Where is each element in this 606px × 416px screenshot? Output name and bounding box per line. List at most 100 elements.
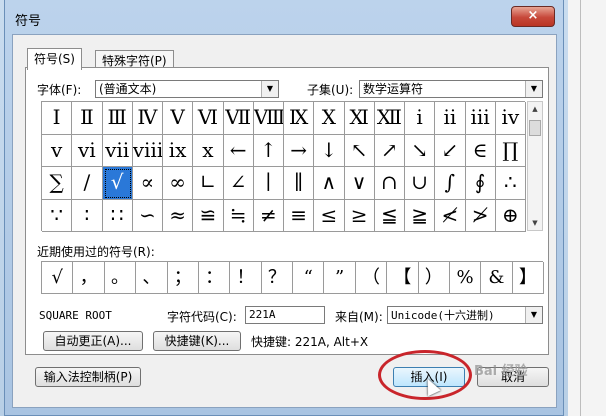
symbol-cell[interactable]: ⅱ bbox=[435, 102, 466, 135]
autocorrect-button[interactable]: 自动更正(A)... bbox=[43, 331, 143, 351]
recent-symbol-cell[interactable]: 、 bbox=[136, 262, 168, 294]
symbol-cell[interactable]: ∝ bbox=[132, 167, 163, 200]
recent-symbol-cell[interactable]: √ bbox=[42, 262, 74, 294]
tab-symbols[interactable]: 符号(S) bbox=[27, 48, 82, 70]
symbol-cell[interactable]: ↓ bbox=[314, 134, 345, 167]
from-select[interactable]: Unicode(十六进制) ▼ bbox=[387, 306, 543, 324]
symbol-cell[interactable]: ≯ bbox=[465, 199, 496, 232]
symbol-cell[interactable]: ∠ bbox=[223, 167, 254, 200]
symbol-cell[interactable]: Ⅵ bbox=[193, 102, 224, 135]
recent-symbol-cell[interactable]: ； bbox=[167, 262, 199, 294]
subset-select[interactable]: 数学运算符 ▼ bbox=[359, 80, 543, 98]
ime-control-button[interactable]: 输入法控制柄(P) bbox=[35, 367, 141, 387]
symbol-cell[interactable]: ≡ bbox=[284, 199, 315, 232]
symbol-cell[interactable]: ∽ bbox=[132, 199, 163, 232]
background-window-edge bbox=[568, 0, 606, 416]
symbol-cell[interactable]: ∷ bbox=[102, 199, 133, 232]
symbol-cell[interactable]: ⅶ bbox=[102, 134, 133, 167]
symbol-cell[interactable]: ≮ bbox=[435, 199, 466, 232]
symbol-cell[interactable]: ← bbox=[223, 134, 254, 167]
symbol-cell[interactable]: Ⅻ bbox=[374, 102, 405, 135]
chevron-down-icon: ▼ bbox=[525, 307, 542, 323]
symbol-cell[interactable]: ∕ bbox=[72, 167, 103, 200]
symbol-cell[interactable]: ⅹ bbox=[193, 134, 224, 167]
symbol-cell[interactable]: Ⅳ bbox=[132, 102, 163, 135]
font-select[interactable]: (普通文本) ▼ bbox=[95, 80, 279, 98]
symbol-cell[interactable]: Ⅰ bbox=[42, 102, 73, 135]
symbol-cell[interactable]: ↘ bbox=[405, 134, 436, 167]
recent-symbol-cell[interactable]: “ bbox=[293, 262, 325, 294]
symbol-cell[interactable]: ⅸ bbox=[163, 134, 194, 167]
symbol-cell[interactable]: ∩ bbox=[374, 167, 405, 200]
symbol-cell[interactable]: ⅰ bbox=[405, 102, 436, 135]
symbol-cell[interactable]: ∮ bbox=[465, 167, 496, 200]
symbol-cell[interactable]: ≧ bbox=[405, 199, 436, 232]
symbol-cell[interactable]: ⅵ bbox=[72, 134, 103, 167]
symbol-cell[interactable]: ↗ bbox=[374, 134, 405, 167]
recent-symbol-cell[interactable]: 。 bbox=[104, 262, 137, 294]
symbol-cell[interactable]: Ⅲ bbox=[102, 102, 133, 135]
symbol-cell[interactable]: ≌ bbox=[193, 199, 224, 232]
symbol-cell[interactable]: ⅳ bbox=[495, 102, 526, 135]
symbol-cell[interactable]: ∧ bbox=[314, 167, 345, 200]
close-button[interactable]: × bbox=[511, 6, 555, 27]
symbol-cell[interactable]: ∈ bbox=[465, 134, 496, 167]
character-name: SQUARE ROOT bbox=[39, 309, 112, 322]
symbol-cell[interactable]: ∵ bbox=[42, 199, 73, 232]
symbol-cell[interactable]: ↙ bbox=[435, 134, 466, 167]
symbol-cell[interactable]: Ⅶ bbox=[223, 102, 254, 135]
symbol-cell[interactable]: Ⅸ bbox=[284, 102, 315, 135]
recent-symbol-cell[interactable]: ！ bbox=[230, 262, 262, 294]
recent-symbol-cell[interactable]: 】 bbox=[512, 262, 544, 294]
scroll-down-arrow-icon[interactable]: ▼ bbox=[528, 216, 542, 230]
symbol-cell[interactable]: Ⅹ bbox=[314, 102, 345, 135]
recent-symbol-cell[interactable]: （ bbox=[355, 262, 388, 294]
symbol-cell[interactable]: ∴ bbox=[495, 167, 526, 200]
symbol-cell[interactable]: ∥ bbox=[284, 167, 315, 200]
symbol-cell[interactable]: ∞ bbox=[163, 167, 194, 200]
scroll-up-arrow-icon[interactable]: ▲ bbox=[528, 102, 542, 116]
symbol-cell[interactable]: ⅲ bbox=[465, 102, 496, 135]
symbol-cell[interactable]: ∣ bbox=[253, 167, 284, 200]
recent-symbol-cell[interactable]: ， bbox=[73, 262, 105, 294]
symbol-cell[interactable]: ⊕ bbox=[495, 199, 526, 232]
symbol-cell[interactable]: ≠ bbox=[253, 199, 284, 232]
symbol-cell[interactable]: ∟ bbox=[193, 167, 224, 200]
char-code-label: 字符代码(C): bbox=[167, 310, 237, 324]
symbol-cell[interactable]: ∑ bbox=[42, 167, 73, 200]
symbol-cell[interactable]: ≒ bbox=[223, 199, 254, 232]
symbol-cell[interactable]: Ⅱ bbox=[72, 102, 103, 135]
symbol-grid-scrollbar[interactable]: ▲ ▼ bbox=[527, 101, 543, 231]
symbol-cell[interactable]: ∪ bbox=[405, 167, 436, 200]
recent-symbol-cell[interactable]: ） bbox=[418, 262, 450, 294]
dialog-client-area: 符号(S) 特殊字符(P) 字体(F): (普通文本) ▼ 子集(U): 数学运… bbox=[12, 34, 557, 408]
symbol-cell[interactable]: ↑ bbox=[253, 134, 284, 167]
symbol-cell[interactable]: ≤ bbox=[314, 199, 345, 232]
symbol-cell[interactable]: ∫ bbox=[435, 167, 466, 200]
symbol-cell[interactable]: ≈ bbox=[163, 199, 194, 232]
symbol-cell[interactable]: → bbox=[284, 134, 315, 167]
font-label: 字体(F): bbox=[37, 83, 82, 97]
symbol-cell[interactable]: ∶ bbox=[72, 199, 103, 232]
recent-symbol-cell[interactable]: ： bbox=[198, 262, 231, 294]
recent-symbol-cell[interactable]: % bbox=[449, 262, 482, 294]
symbol-cell[interactable]: Ⅷ bbox=[253, 102, 284, 135]
symbol-cell[interactable]: ⅴ bbox=[42, 134, 73, 167]
symbol-cell[interactable]: √ bbox=[102, 167, 133, 200]
recent-symbol-cell[interactable]: ” bbox=[324, 262, 356, 294]
symbol-cell[interactable]: Ⅺ bbox=[344, 102, 375, 135]
symbol-cell[interactable]: ↖ bbox=[344, 134, 375, 167]
symbol-cell[interactable]: ∨ bbox=[344, 167, 375, 200]
recent-symbol-cell[interactable]: 【 bbox=[387, 262, 419, 294]
scrollbar-thumb[interactable] bbox=[529, 120, 541, 136]
char-code-input[interactable]: 221A bbox=[245, 306, 325, 324]
symbol-cell[interactable]: ≥ bbox=[344, 199, 375, 232]
symbol-cell[interactable]: ⅷ bbox=[132, 134, 163, 167]
chevron-down-icon: ▼ bbox=[525, 81, 542, 97]
shortcut-key-button[interactable]: 快捷键(K)... bbox=[153, 331, 241, 351]
recent-symbol-cell[interactable]: & bbox=[481, 262, 513, 294]
symbol-cell[interactable]: ≦ bbox=[374, 199, 405, 232]
symbol-cell[interactable]: ∏ bbox=[495, 134, 526, 167]
symbol-cell[interactable]: Ⅴ bbox=[163, 102, 194, 135]
recent-symbol-cell[interactable]: ？ bbox=[261, 262, 293, 294]
